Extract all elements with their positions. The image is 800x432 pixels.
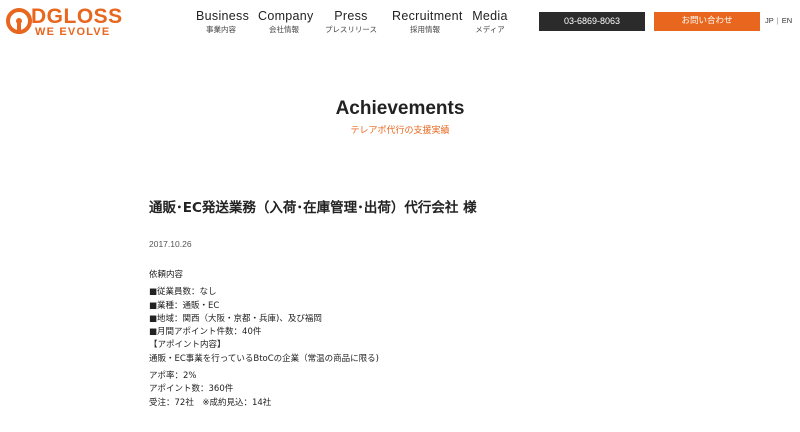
section-title: Achievements bbox=[335, 98, 465, 119]
nav-business-label: Business bbox=[196, 9, 250, 23]
lang-en-link[interactable]: EN bbox=[782, 16, 792, 25]
detail-line: ■地域：関西（大阪・京都・兵庫)、及び福岡 bbox=[149, 313, 322, 324]
nav-company-label: Company bbox=[258, 9, 314, 23]
contact-button[interactable]: お問い合わせ bbox=[654, 12, 760, 31]
result-line: アポイント数：360件 bbox=[149, 384, 234, 395]
logo-tagline: WE EVOLVE bbox=[35, 26, 111, 38]
article-title: 通販･EC発送業務（入荷･在庫管理･出荷）代行会社 様 bbox=[149, 200, 477, 216]
appointment-heading: 【アポイント内容】 bbox=[149, 340, 226, 351]
site-logo[interactable]: DGLOSS WE EVOLVE bbox=[4, 5, 154, 40]
lang-jp-link[interactable]: JP bbox=[765, 16, 774, 25]
result-line: 受注：72社 ※成約見込：14社 bbox=[149, 397, 272, 408]
article-body: 依頼内容 ■従業員数：なし ■業種：通販・EC ■地域：関西（大阪・京都・兵庫)… bbox=[149, 269, 379, 410]
nav-item-recruitment[interactable]: Recruitment 採用情報 bbox=[392, 9, 463, 36]
nav-media-label: Media bbox=[472, 9, 508, 23]
article-date: 2017.10.26 bbox=[149, 239, 192, 249]
nav-recruitment-label: Recruitment bbox=[392, 9, 463, 23]
nav-press-sublabel: プレスリリース bbox=[324, 25, 378, 34]
nav-company-sublabel: 会社情報 bbox=[269, 25, 299, 34]
detail-line: ■月間アポイント件数：40件 bbox=[149, 327, 262, 338]
detail-line: ■従業員数：なし bbox=[149, 287, 217, 298]
detail-line: ■業種：通販・EC bbox=[149, 300, 220, 311]
nav-item-business[interactable]: Business 事業内容 bbox=[196, 9, 250, 36]
appointment-target: 通販・EC事業を行っているBtoCの企業（常温の商品に限る) bbox=[149, 353, 379, 364]
result-line: アポ率：2% bbox=[149, 371, 197, 382]
nav-press-label: Press bbox=[334, 9, 368, 23]
site-header: DGLOSS WE EVOLVE Business 事業内容 Company 会… bbox=[0, 0, 800, 44]
nav-item-media[interactable]: Media メディア bbox=[472, 9, 508, 36]
section-subtitle: テレアポ代行の支援実績 bbox=[350, 126, 450, 136]
logo-mark-icon bbox=[6, 8, 32, 34]
lang-separator: | bbox=[776, 16, 779, 25]
request-heading: 依頼内容 bbox=[149, 270, 184, 280]
language-switcher: JP | EN bbox=[765, 16, 792, 26]
nav-media-sublabel: メディア bbox=[475, 25, 505, 34]
nav-item-company[interactable]: Company 会社情報 bbox=[258, 9, 314, 36]
nav-item-press[interactable]: Press プレスリリース bbox=[320, 9, 382, 36]
nav-recruitment-sublabel: 採用情報 bbox=[410, 25, 440, 34]
phone-button[interactable]: 03-6869-8063 bbox=[539, 12, 645, 31]
nav-business-sublabel: 事業内容 bbox=[206, 25, 236, 34]
